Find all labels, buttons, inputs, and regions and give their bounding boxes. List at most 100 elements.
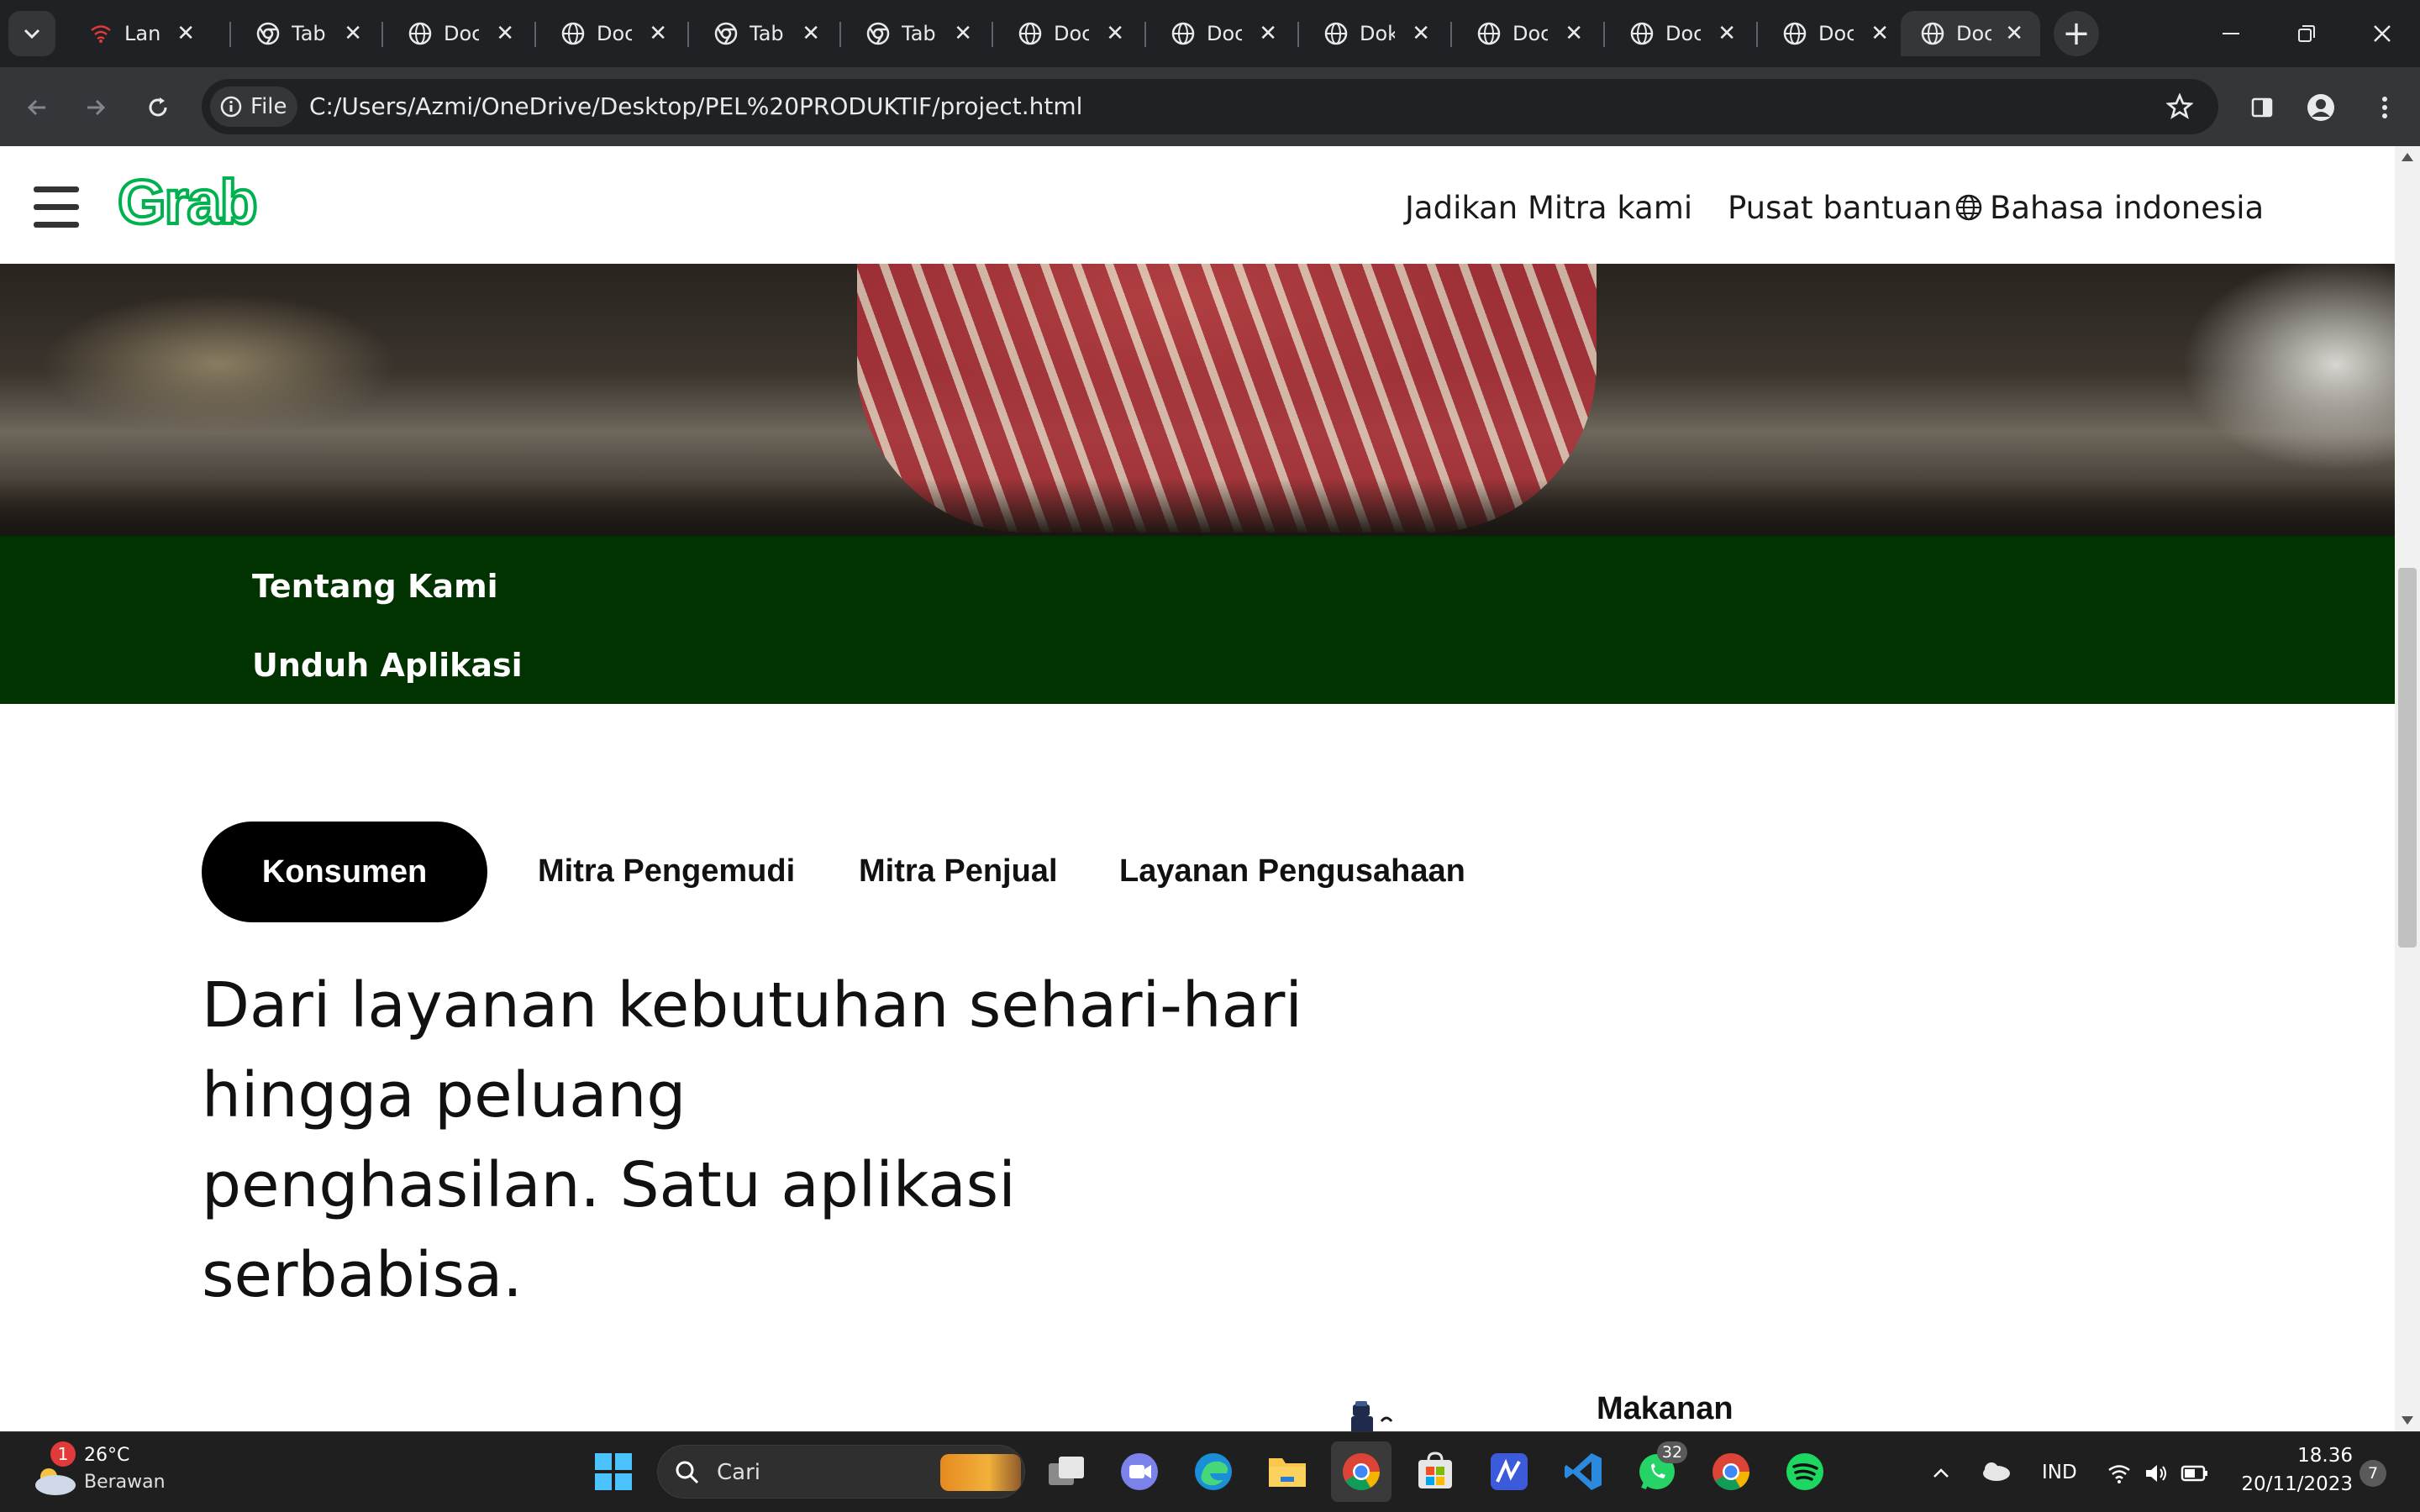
- cloud-icon: [1983, 1462, 2010, 1481]
- close-tab-icon[interactable]: ✕: [1565, 21, 1583, 46]
- close-tab-icon[interactable]: ✕: [496, 21, 514, 46]
- info-icon: [220, 96, 242, 118]
- profile-button[interactable]: [2301, 87, 2341, 128]
- tab-separator: [839, 22, 841, 47]
- site-info-chip[interactable]: File: [210, 87, 297, 127]
- globe-icon: [561, 22, 585, 45]
- nav-help-link[interactable]: Pusat bantuan: [1728, 190, 1952, 226]
- globe-icon: [1955, 194, 1982, 221]
- taskbar-app-math[interactable]: [1486, 1448, 1533, 1495]
- scroll-up-arrow[interactable]: [2402, 153, 2413, 161]
- chevron-up-icon: [1933, 1468, 1949, 1478]
- hamburger-button[interactable]: [30, 186, 82, 228]
- browser-tab[interactable]: Doc ✕: [998, 11, 1141, 56]
- language-label: Bahasa indonesia: [1990, 189, 2265, 226]
- close-tab-icon[interactable]: ✕: [649, 21, 667, 46]
- start-button[interactable]: [590, 1448, 637, 1495]
- close-tab-icon[interactable]: ✕: [344, 21, 362, 46]
- browser-tab[interactable]: Doc ✕: [1151, 11, 1294, 56]
- close-tab-icon[interactable]: ✕: [1718, 21, 1736, 46]
- url-text[interactable]: C:/Users/Azmi/OneDrive/Desktop/PEL%20PRO…: [309, 92, 1082, 120]
- close-icon: [2374, 25, 2391, 42]
- tab-merchant-partner[interactable]: Mitra Penjual: [859, 853, 1058, 890]
- nav-partner-link[interactable]: Jadikan Mitra kami: [1405, 190, 1692, 226]
- side-panel-button[interactable]: [2242, 87, 2282, 128]
- tab-consumer[interactable]: Konsumen: [202, 822, 487, 922]
- page-scrollbar[interactable]: [2395, 146, 2420, 1431]
- browser-tab[interactable]: Dok ✕: [1304, 11, 1447, 56]
- quick-settings-button[interactable]: [2101, 1455, 2215, 1492]
- close-tab-icon[interactable]: ✕: [802, 21, 820, 46]
- browser-title-bar: Lan ✕ Tab ✕ Doc ✕ Doc ✕ Tab ✕ Tab ✕ Doc ✕ Doc ✕ Dok ✕ Doc ✕…: [0, 0, 2420, 67]
- tab-search-button[interactable]: [8, 11, 55, 56]
- taskbar-app-vscode[interactable]: [1560, 1448, 1607, 1495]
- minimize-button[interactable]: [2193, 0, 2269, 67]
- bookmark-button[interactable]: [2160, 87, 2200, 127]
- address-bar[interactable]: File C:/Users/Azmi/OneDrive/Desktop/PEL%…: [202, 79, 2218, 134]
- browser-tab[interactable]: Doc ✕: [388, 11, 531, 56]
- tab-title: Dok: [1360, 22, 1395, 45]
- tab-title: Tab: [292, 22, 326, 45]
- weather-widget[interactable]: 1 26°C Berawan: [25, 1438, 185, 1505]
- service-label-food[interactable]: Makanan: [1597, 1391, 1733, 1427]
- notification-center-badge[interactable]: 7: [2360, 1460, 2386, 1487]
- close-tab-icon[interactable]: ✕: [1106, 21, 1124, 46]
- restore-button[interactable]: [2269, 0, 2344, 67]
- arrow-left-icon: [27, 99, 45, 116]
- show-hidden-icons-button[interactable]: [1926, 1458, 1956, 1488]
- close-tab-icon[interactable]: ✕: [1412, 21, 1430, 46]
- close-tab-icon[interactable]: ✕: [2005, 21, 2023, 46]
- globe-icon: [1477, 22, 1501, 45]
- browser-tab[interactable]: Tab ✕: [694, 11, 837, 56]
- reload-icon: [149, 97, 167, 117]
- task-view-button[interactable]: [1044, 1448, 1091, 1495]
- globe-icon: [1630, 22, 1654, 45]
- close-tab-icon[interactable]: ✕: [1870, 21, 1889, 46]
- reload-button[interactable]: [138, 87, 178, 128]
- scroll-thumb[interactable]: [2398, 568, 2417, 948]
- new-tab-button[interactable]: +: [2054, 11, 2099, 56]
- browser-tab[interactable]: Lan ✕: [69, 11, 212, 56]
- taskbar-app-file-explorer[interactable]: [1264, 1448, 1311, 1495]
- grab-logo[interactable]: Grab: [116, 165, 269, 239]
- menu-button[interactable]: [2365, 87, 2405, 128]
- tab-separator: [1297, 22, 1299, 47]
- tab-enterprise[interactable]: Layanan Pengusahaan: [1119, 853, 1465, 890]
- taskbar-app-chat[interactable]: [1116, 1448, 1163, 1495]
- language-selector[interactable]: Bahasa indonesia: [1954, 188, 2264, 227]
- browser-tab[interactable]: Doc ✕: [1763, 11, 1906, 56]
- close-window-button[interactable]: [2344, 0, 2420, 67]
- math-editor-icon: [1491, 1453, 1528, 1490]
- onedrive-tray-icon[interactable]: [1978, 1460, 2012, 1487]
- close-tab-icon[interactable]: ✕: [954, 21, 972, 46]
- footer-link-download-app[interactable]: Unduh Aplikasi: [252, 647, 523, 684]
- search-icon: [676, 1461, 699, 1484]
- tab-title: Doc: [597, 22, 632, 45]
- close-tab-icon[interactable]: ✕: [176, 21, 195, 46]
- taskbar-app-chrome[interactable]: [1338, 1448, 1385, 1495]
- close-tab-icon[interactable]: ✕: [1259, 21, 1277, 46]
- taskbar-search-box[interactable]: Cari: [657, 1445, 1025, 1499]
- taskbar-app-spotify[interactable]: [1781, 1448, 1828, 1495]
- scroll-down-arrow[interactable]: [2402, 1416, 2413, 1425]
- forward-button[interactable]: [76, 87, 116, 128]
- back-button[interactable]: [17, 87, 57, 128]
- taskbar-app-store[interactable]: [1412, 1448, 1459, 1495]
- page-headline: Dari layanan kebutuhan sehari-hari hingg…: [202, 961, 1378, 1320]
- browser-tab[interactable]: Doc ✕: [541, 11, 684, 56]
- browser-tab[interactable]: Doc ✕: [1457, 11, 1600, 56]
- tab-active[interactable]: Doc ✕: [1901, 11, 2040, 56]
- svg-text:Grab: Grab: [118, 175, 256, 235]
- browser-tab[interactable]: Tab ✕: [846, 11, 989, 56]
- input-language-indicator[interactable]: IND: [2042, 1462, 2077, 1483]
- browser-tab[interactable]: Doc ✕: [1610, 11, 1753, 56]
- search-highlight-image: [940, 1454, 1021, 1491]
- browser-tab[interactable]: Tab ✕: [236, 11, 379, 56]
- taskbar-app-chrome-profile[interactable]: [1707, 1448, 1754, 1495]
- clock[interactable]: 18.36 20/11/2023: [2235, 1441, 2353, 1502]
- profile-icon: [2307, 94, 2334, 121]
- headline-line: Dari layanan kebutuhan sehari-hari: [202, 969, 1302, 1042]
- tab-driver-partner[interactable]: Mitra Pengemudi: [538, 853, 795, 890]
- taskbar-app-edge[interactable]: [1190, 1448, 1237, 1495]
- footer-link-about[interactable]: Tentang Kami: [252, 568, 498, 605]
